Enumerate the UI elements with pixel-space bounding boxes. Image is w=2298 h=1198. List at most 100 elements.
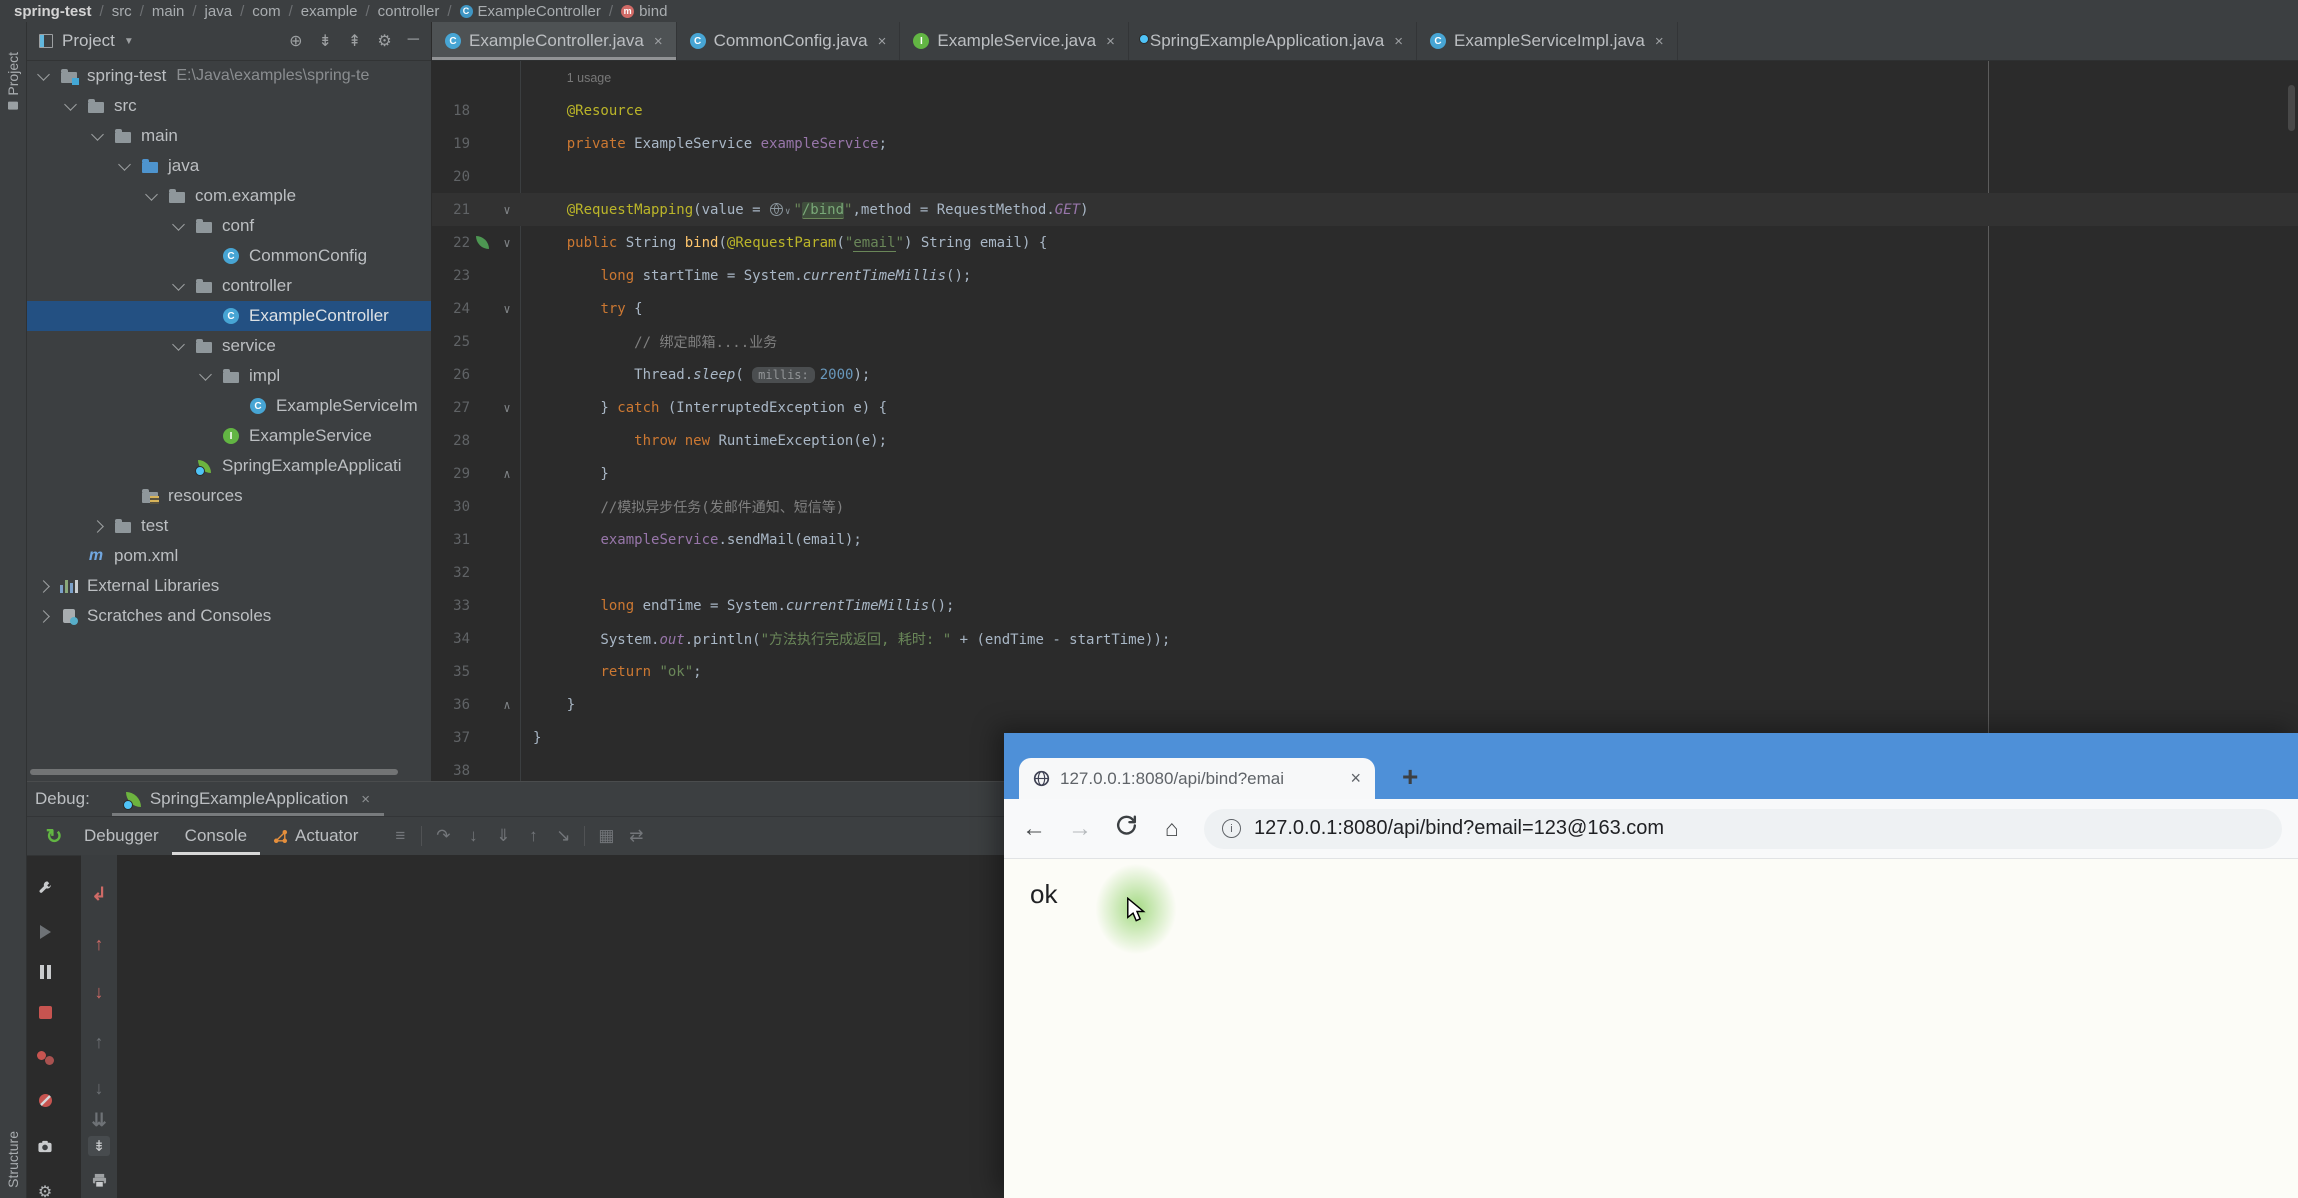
tree-item-impl[interactable]: impl — [27, 361, 431, 391]
tree-expand-icon[interactable] — [172, 217, 185, 231]
tree-item-resources[interactable]: resources — [27, 481, 431, 511]
editor-tab[interactable]: C CommonConfig.java × — [677, 22, 901, 60]
close-icon[interactable]: × — [878, 33, 887, 50]
tree-item-com.example[interactable]: com.example — [27, 181, 431, 211]
debug-tab-actuator[interactable]: Actuator — [260, 817, 371, 855]
evaluate-icon[interactable]: ▦ — [591, 826, 621, 846]
browser-titlebar[interactable]: 127.0.0.1:8080/api/bind?emai × + — [1004, 733, 2298, 799]
tree-expand-icon[interactable] — [118, 157, 131, 171]
debug-tab-debugger[interactable]: Debugger — [71, 817, 172, 855]
fold-marker-icon[interactable]: ∧ — [494, 467, 520, 481]
breadcrumb-item[interactable]: com — [252, 3, 280, 20]
tree-item-main[interactable]: main — [27, 121, 431, 151]
close-icon[interactable]: × — [1655, 33, 1664, 50]
breadcrumb-item[interactable]: src — [112, 3, 132, 20]
project-horizontal-scrollbar[interactable] — [30, 769, 398, 775]
print-icon[interactable] — [85, 1168, 113, 1192]
tree-item-controller[interactable]: controller — [27, 271, 431, 301]
settings-icon[interactable]: ⚙ — [377, 31, 391, 51]
editor-tab[interactable]: SpringExampleApplication.java × — [1129, 22, 1417, 60]
browser-tab[interactable]: 127.0.0.1:8080/api/bind?emai × — [1019, 758, 1375, 799]
pause-icon[interactable] — [31, 960, 59, 984]
step-out-icon[interactable]: ↑ — [518, 826, 548, 846]
editor-tab[interactable]: C ExampleServiceImpl.java × — [1417, 22, 1678, 60]
tree-item-commonconfig[interactable]: C CommonConfig — [27, 241, 431, 271]
view-breakpoints-icon[interactable] — [31, 1046, 59, 1070]
tree-expand-icon[interactable] — [145, 187, 158, 201]
frame-down-icon[interactable]: ↓ — [85, 980, 113, 1004]
settings-wrench-icon[interactable] — [31, 876, 59, 900]
reload-button[interactable] — [1112, 813, 1140, 845]
editor-tab[interactable]: I ExampleService.java × — [900, 22, 1129, 60]
stripe-structure-button[interactable]: Structure — [0, 1127, 26, 1192]
chevron-down-icon[interactable]: ∨ — [785, 207, 790, 217]
spring-mapping-icon[interactable] — [475, 236, 489, 249]
editor-tab[interactable]: C ExampleController.java × — [432, 22, 677, 60]
collapse-all-icon[interactable]: ⇟ — [319, 31, 332, 51]
layout-icon[interactable]: ≡ — [385, 826, 415, 846]
fold-marker-icon[interactable]: ∨ — [494, 302, 520, 316]
force-step-into-icon[interactable]: ⇓ — [488, 826, 518, 846]
tree-expand-icon[interactable] — [91, 127, 104, 141]
locate-icon[interactable]: ⊕ — [289, 31, 302, 51]
step-over-icon[interactable]: ↷ — [428, 826, 458, 846]
tree-expand-icon[interactable] — [199, 367, 212, 381]
close-icon[interactable]: × — [1394, 33, 1403, 50]
stop-icon[interactable] — [31, 1000, 59, 1024]
tree-item-examplecontroller[interactable]: C ExampleController — [27, 301, 431, 331]
tree-expand-icon[interactable] — [172, 277, 185, 291]
code-editor[interactable]: 1 usage 18 @Resource 19 private ExampleSer… — [432, 61, 2298, 781]
stripe-project-button[interactable]: Project — [0, 48, 26, 114]
tree-item-src[interactable]: src — [27, 91, 431, 121]
browser-viewport[interactable]: ok — [1004, 859, 2298, 1198]
browser-tab-close-icon[interactable]: × — [1350, 768, 1361, 789]
hide-icon[interactable]: ─ — [408, 31, 419, 51]
breadcrumb-item[interactable]: controller — [378, 3, 440, 20]
step-into-icon[interactable]: ↓ — [458, 826, 488, 846]
debug-tab-console[interactable]: Console — [172, 817, 260, 855]
breadcrumb-item[interactable]: C ExampleController — [459, 3, 601, 20]
tree-item-java[interactable]: java — [27, 151, 431, 181]
tree-expand-icon[interactable] — [91, 519, 104, 533]
fold-marker-icon[interactable]: ∧ — [494, 698, 520, 712]
close-icon[interactable]: × — [361, 791, 370, 808]
mute-breakpoints-icon[interactable] — [31, 1088, 59, 1112]
breadcrumb-item[interactable]: java — [205, 3, 233, 20]
double-down-icon[interactable]: ⇊ — [85, 1108, 113, 1132]
debug-session-tab[interactable]: SpringExampleApplication × — [112, 782, 384, 816]
tree-item-pom.xml[interactable]: m pom.xml — [27, 541, 431, 571]
gear-icon[interactable]: ⚙ — [31, 1180, 59, 1198]
rerun-debug-icon[interactable]: ↻ — [37, 824, 71, 849]
tree-expand-icon[interactable] — [37, 609, 50, 623]
tree-expand-icon[interactable] — [172, 337, 185, 351]
close-icon[interactable]: × — [654, 33, 663, 50]
breadcrumb-item[interactable]: spring-test — [14, 3, 92, 20]
fold-marker-icon[interactable]: ∨ — [494, 401, 520, 415]
tree-expand-icon[interactable] — [37, 579, 50, 593]
breadcrumb-item[interactable]: m bind — [621, 3, 667, 20]
tree-item-test[interactable]: test — [27, 511, 431, 541]
resume-icon[interactable] — [31, 920, 59, 944]
more-icon[interactable]: ⇄ — [621, 826, 651, 846]
tree-item-exampleserviceim[interactable]: C ExampleServiceIm — [27, 391, 431, 421]
frame-up-icon[interactable]: ↑ — [85, 932, 113, 956]
tree-item-springexampleapplicati[interactable]: SpringExampleApplicati — [27, 451, 431, 481]
thread-dump-camera-icon[interactable] — [31, 1134, 59, 1158]
scroll-to-end-icon[interactable]: ⇟ — [85, 1134, 113, 1158]
tree-expand-icon[interactable] — [37, 67, 50, 81]
chevron-down-icon[interactable]: ▼ — [124, 36, 134, 47]
tree-item-external libraries[interactable]: External Libraries — [27, 571, 431, 601]
close-icon[interactable]: × — [1106, 33, 1115, 50]
forward-button[interactable]: → — [1066, 815, 1094, 843]
stack-up-icon[interactable]: ↑ — [85, 1030, 113, 1054]
home-button[interactable]: ⌂ — [1158, 815, 1186, 842]
tree-item-spring-test[interactable]: spring-test E:\Java\examples\spring-te — [27, 61, 431, 91]
new-tab-button[interactable]: + — [1402, 761, 1418, 793]
fold-marker-icon[interactable]: ∨ — [494, 236, 520, 250]
fold-marker-icon[interactable]: ∨ — [494, 203, 520, 217]
tree-item-service[interactable]: service — [27, 331, 431, 361]
info-icon[interactable]: i — [1222, 819, 1241, 838]
show-execution-point-icon[interactable]: ↲ — [85, 882, 113, 906]
url-bar[interactable]: i 127.0.0.1:8080/api/bind?email=123@163.… — [1204, 808, 2282, 849]
breadcrumb-item[interactable]: main — [152, 3, 185, 20]
